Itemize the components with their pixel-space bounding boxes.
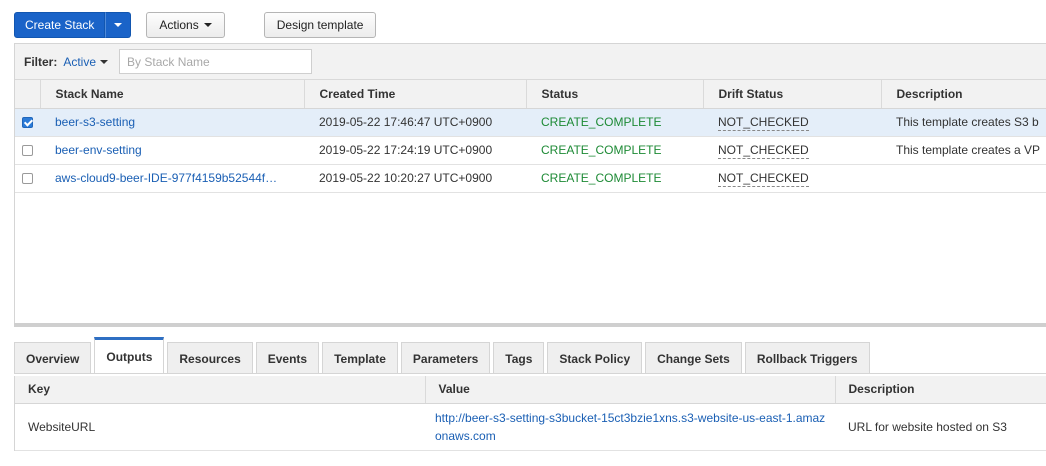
column-header-output-description: Description <box>835 376 1046 404</box>
caret-down-icon <box>114 23 123 27</box>
row-select-cell <box>15 108 40 137</box>
actions-label: Actions <box>159 18 199 32</box>
column-header-description[interactable]: Description <box>881 80 1046 109</box>
tab-rollback-triggers[interactable]: Rollback Triggers <box>744 342 870 374</box>
drift-status-cell: NOT_CHECKED <box>703 108 881 137</box>
status-cell: CREATE_COMPLETE <box>526 108 703 137</box>
stack-name-cell: beer-s3-setting <box>40 108 304 137</box>
column-header-status[interactable]: Status <box>526 80 704 109</box>
design-template-label: Design template <box>276 18 364 32</box>
column-header-stack-name[interactable]: Stack Name <box>40 80 305 109</box>
tab-outputs[interactable]: Outputs <box>94 337 165 374</box>
output-value-cell: http://beer-s3-setting-s3bucket-15ct3bzi… <box>425 403 835 451</box>
filter-status-value: Active <box>63 54 97 69</box>
create-stack-button-group: Create Stack <box>14 12 132 38</box>
stack-name-search-input[interactable] <box>119 49 313 74</box>
drift-status-text[interactable]: NOT_CHECKED <box>718 143 809 159</box>
table-row: WebsiteURL http://beer-s3-setting-s3buck… <box>15 403 1046 451</box>
stack-detail-tabs: Overview Outputs Resources Events Templa… <box>14 337 873 374</box>
outputs-panel: Key Value Description WebsiteURL http://… <box>14 376 1046 451</box>
table-row[interactable]: beer-env-setting 2019-05-22 17:24:19 UTC… <box>15 136 1046 165</box>
checkbox-unchecked-icon[interactable] <box>22 145 33 157</box>
table-row[interactable]: aws-cloud9-beer-IDE-977f4159b52544f… 201… <box>15 164 1046 193</box>
tab-stack-policy[interactable]: Stack Policy <box>547 342 643 374</box>
stack-name-link[interactable]: beer-s3-setting <box>55 115 135 129</box>
drift-status-cell: NOT_CHECKED <box>703 136 881 165</box>
tab-change-sets[interactable]: Change Sets <box>645 342 742 374</box>
filter-status-dropdown[interactable]: Active <box>63 54 109 69</box>
create-stack-label: Create Stack <box>25 18 95 32</box>
stack-name-link[interactable]: beer-env-setting <box>55 143 142 157</box>
caret-down-icon <box>203 23 212 27</box>
panel-resize-handle[interactable] <box>14 323 1046 327</box>
stack-table-header: Stack Name Created Time Status Drift Sta… <box>15 80 1046 109</box>
drift-status-text[interactable]: NOT_CHECKED <box>718 171 809 187</box>
drift-status-text[interactable]: NOT_CHECKED <box>718 115 809 131</box>
table-row[interactable]: beer-s3-setting 2019-05-22 17:46:47 UTC+… <box>15 108 1046 137</box>
design-template-button[interactable]: Design template <box>263 12 377 38</box>
filter-label: Filter: <box>24 54 58 69</box>
create-stack-dropdown-button[interactable] <box>105 12 132 38</box>
stack-table: Stack Name Created Time Status Drift Sta… <box>15 80 1046 193</box>
tab-template[interactable]: Template <box>322 342 398 374</box>
stack-name-cell: aws-cloud9-beer-IDE-977f4159b52544f… <box>40 164 304 193</box>
status-text: CREATE_COMPLETE <box>541 115 662 129</box>
outputs-table-header: Key Value Description <box>15 376 1046 404</box>
outputs-table: Key Value Description WebsiteURL http://… <box>15 376 1046 451</box>
website-url-link[interactable]: http://beer-s3-setting-s3bucket-15ct3bzi… <box>435 411 825 443</box>
tab-parameters[interactable]: Parameters <box>400 342 491 374</box>
row-select-cell <box>15 164 40 193</box>
column-header-value: Value <box>425 376 836 404</box>
status-text: CREATE_COMPLETE <box>541 171 662 185</box>
filter-bar: Filter: Active <box>15 44 1046 80</box>
stack-name-link[interactable]: aws-cloud9-beer-IDE-977f4159b52544f… <box>55 171 277 185</box>
column-header-key: Key <box>15 376 426 404</box>
checkbox-unchecked-icon[interactable] <box>22 173 33 185</box>
status-text: CREATE_COMPLETE <box>541 143 662 157</box>
select-column-header <box>15 80 41 109</box>
column-header-created-time[interactable]: Created Time <box>304 80 527 109</box>
row-select-cell <box>15 136 40 165</box>
description-cell <box>881 164 1046 193</box>
column-header-drift-status[interactable]: Drift Status <box>703 80 882 109</box>
description-cell: This template creates a VP <box>881 136 1046 165</box>
created-time-cell: 2019-05-22 10:20:27 UTC+0900 <box>304 164 526 193</box>
tab-tags[interactable]: Tags <box>493 342 545 374</box>
stack-name-cell: beer-env-setting <box>40 136 304 165</box>
checkbox-checked-icon[interactable] <box>22 117 33 129</box>
status-cell: CREATE_COMPLETE <box>526 164 703 193</box>
output-key-cell: WebsiteURL <box>15 403 425 451</box>
tab-overview[interactable]: Overview <box>14 342 92 374</box>
drift-status-cell: NOT_CHECKED <box>703 164 881 193</box>
tab-events[interactable]: Events <box>255 342 320 374</box>
description-cell: This template creates S3 b <box>881 108 1046 137</box>
tab-resources[interactable]: Resources <box>167 342 253 374</box>
caret-down-icon <box>100 59 109 64</box>
output-description-cell: URL for website hosted on S3 <box>835 403 1046 451</box>
created-time-cell: 2019-05-22 17:24:19 UTC+0900 <box>304 136 526 165</box>
create-stack-button[interactable]: Create Stack <box>14 12 106 38</box>
stack-list-panel: Filter: Active Stack Name Created Time S… <box>14 43 1046 327</box>
status-cell: CREATE_COMPLETE <box>526 136 703 165</box>
created-time-cell: 2019-05-22 17:46:47 UTC+0900 <box>304 108 526 137</box>
actions-button[interactable]: Actions <box>146 12 225 38</box>
toolbar: Create Stack Actions Design template <box>14 11 377 39</box>
tab-divider <box>14 373 1046 374</box>
